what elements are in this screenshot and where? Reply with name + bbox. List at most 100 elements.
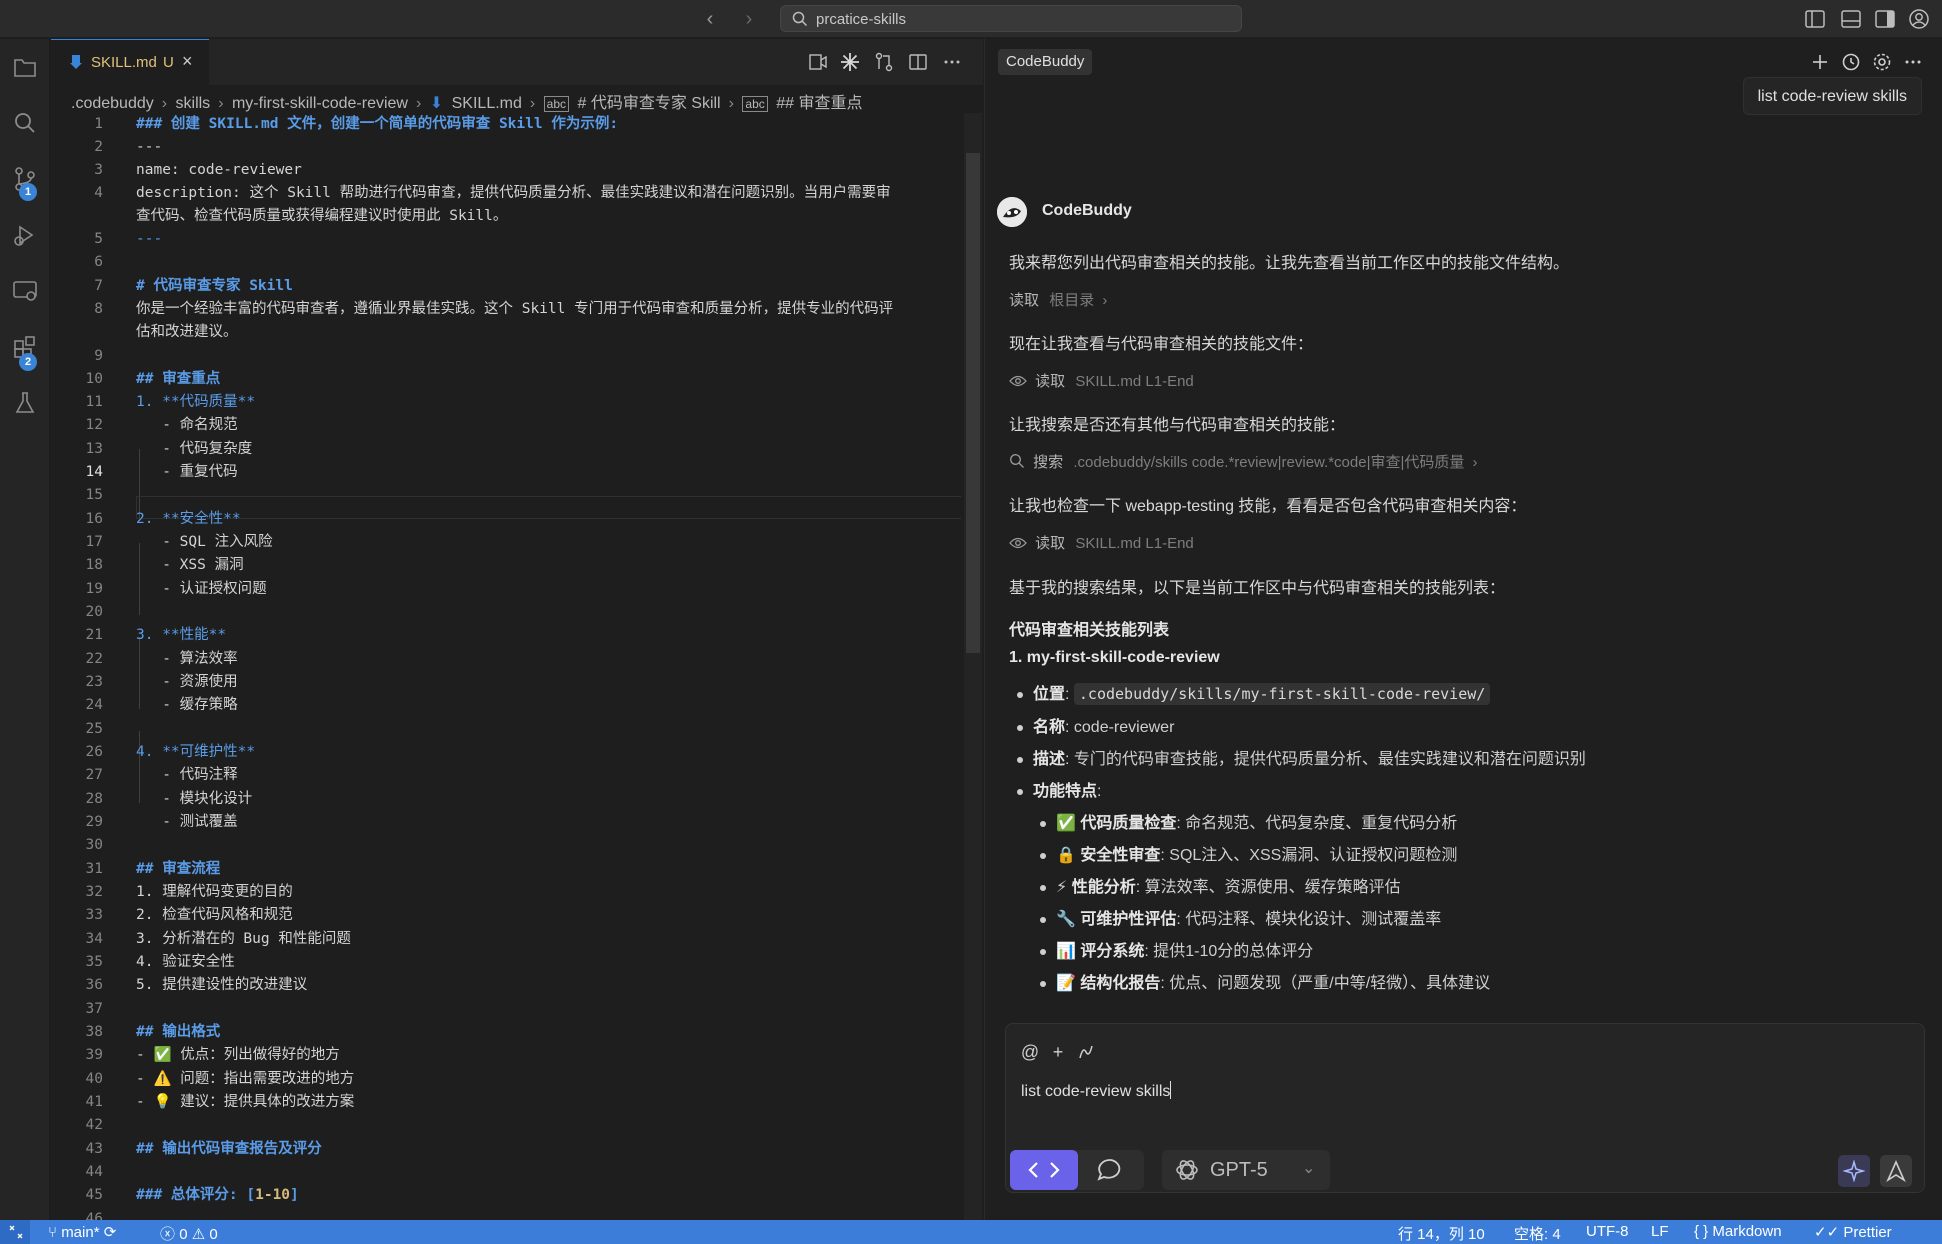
end-of-line[interactable]: LF [1651,1223,1669,1240]
code-line: 17 - SQL 注入风险 [85,534,273,550]
chat-tab-codebuddy[interactable]: CodeBuddy [998,49,1093,75]
tool-call-read-skill-2[interactable]: 读取 SKILL.md L1-End [1009,532,1194,553]
toggle-panel-icon[interactable] [1840,8,1862,30]
command-center-search[interactable]: prcatice-skills [780,5,1242,32]
code-line: 36 5. 提供建设性的改进建议 [85,977,308,993]
breadcrumb-item[interactable]: my-first-skill-code-review [232,95,408,112]
agent-mode-button[interactable] [1010,1150,1078,1190]
model-selector[interactable]: GPT-5 ⌄ [1162,1150,1330,1190]
indentation[interactable]: 空格: 4 [1514,1223,1561,1244]
lock-icon: 🔒 [1056,847,1076,864]
list-item: 功能特点: [1017,777,1101,801]
enhance-prompt-button[interactable] [1838,1155,1870,1187]
code-line: 25 [85,721,103,737]
remote-explorer-icon[interactable] [11,277,39,305]
cursor-position[interactable]: 行 14，列 10 [1398,1223,1485,1244]
chevron-right-icon: › [1472,454,1478,471]
editor-scrollbar[interactable] [964,113,982,1220]
code-line: 19 - 认证授权问题 [85,581,267,597]
code-line: 15 [85,487,103,503]
scrollbar-thumb[interactable] [966,153,980,653]
feature-item: ✅ 代码质量检查: 命名规范、代码复杂度、重复代码分析 [1040,809,1457,833]
settings-gear-icon[interactable] [1871,51,1893,73]
more-options-icon[interactable] [1902,51,1924,73]
toggle-primary-sidebar-icon[interactable] [1804,8,1826,30]
codebuddy-spark-icon[interactable] [840,52,860,72]
tool-call-read-root[interactable]: 读取 根目录 › [1009,289,1107,310]
testing-flask-icon[interactable] [11,389,39,417]
chevron-right-icon: › [415,95,422,112]
code-line: 43 ## 输出代码审查报告及评分 [85,1141,322,1157]
mention-icon[interactable]: @ [1020,1042,1040,1062]
breadcrumb-item[interactable]: .codebuddy [71,95,154,112]
open-preview-icon[interactable] [808,52,828,72]
breadcrumb-item[interactable]: # 代码审查专家 Skill [577,95,720,112]
tool-call-read-skill[interactable]: 读取 SKILL.md L1-End [1009,370,1194,391]
code-line: 11 1. **代码质量** [85,394,256,410]
more-actions-icon[interactable] [942,52,962,72]
chevron-right-icon: › [218,95,224,112]
branch-indicator[interactable]: ⑂ main* ⟳ [48,1223,116,1241]
code-line: 46 [85,1211,103,1220]
tab-untracked-indicator: U [163,54,174,71]
double-check-icon: ✓✓ [1814,1224,1840,1241]
feature-item: 📊 评分系统: 提供1-10分的总体评分 [1040,937,1313,961]
prettier-status[interactable]: ✓✓ Prettier [1814,1223,1892,1241]
explorer-icon[interactable] [11,53,39,81]
open-changes-icon[interactable] [874,52,894,72]
code-line: 2 --- [94,139,163,155]
language-mode[interactable]: { } Markdown [1694,1223,1782,1240]
code-line: 26 4. **可维护性** [85,744,256,760]
code-line: 6 [94,254,103,270]
code-line: 12 - 命名规范 [85,417,238,433]
breadcrumb-item[interactable]: skills [176,95,211,112]
codebuddy-avatar [997,197,1027,227]
remote-indicator[interactable] [0,1220,30,1244]
back-icon[interactable]: ‹ [699,8,721,30]
toggle-secondary-sidebar-icon[interactable] [1874,8,1896,30]
code-line: 4 description: 这个 Skill 帮助进行代码审查，提供代码质量分析… [94,185,891,201]
remote-icon [9,1225,23,1239]
feature-item: ⚡ 性能分析: 算法效率、资源使用、缓存策略评估 [1040,873,1401,897]
tool-verb: 读取 [1035,373,1066,390]
problems-indicator[interactable]: ⓧ 0 ⚠ 0 [160,1223,218,1244]
code-line: 22 - 算法效率 [85,651,238,667]
code-line: 34 3. 分析潜在的 Bug 和性能问题 [85,931,351,947]
code-line: 9 [94,348,103,364]
code-line: 20 [85,604,103,620]
code-line: 3 name: code-reviewer [94,162,302,178]
search-view-icon[interactable] [11,109,39,137]
close-tab-icon[interactable]: × [182,51,193,72]
warning-icon: ⚠ [191,1226,206,1243]
location-code: .codebuddy/skills/my-first-skill-code-re… [1073,683,1491,705]
code-line: 30 [85,837,103,853]
add-context-icon[interactable]: + [1048,1042,1068,1062]
codebuddy-chat-panel: CodeBuddy list code-review skills CodeBu… [984,39,1942,1220]
model-name: GPT-5 [1210,1159,1268,1181]
mode-toggle [1010,1150,1144,1190]
forward-icon[interactable]: › [738,8,760,30]
code-brackets-icon [1028,1162,1060,1178]
tool-verb: 读取 [1009,292,1040,309]
checkmark-icon: ✅ [1056,815,1076,832]
sync-icon: ⟳ [103,1224,117,1241]
tab-skill-md[interactable]: SKILL.md U × [51,39,209,85]
run-debug-icon[interactable] [11,221,39,249]
tool-call-search[interactable]: 搜索 .codebuddy/skills code.*review|review… [1009,451,1478,472]
new-chat-icon[interactable] [1809,51,1831,73]
account-icon[interactable] [1908,8,1930,30]
chat-mode-icon[interactable] [1096,1157,1126,1183]
code-editor[interactable]: 1 ### 创建 SKILL.md 文件，创建一个简单的代码审查 Skill 作为… [51,113,961,1220]
code-line: 16 2. **安全性** [85,511,241,527]
composer-input[interactable]: list code-review skills [1021,1081,1172,1101]
split-editor-icon[interactable] [908,52,928,72]
code-line: 41- 💡 建议：提供具体的改进方案 [85,1094,355,1110]
chat-composer[interactable]: @ + list code-review skills GPT-5 ⌄ [1005,1023,1925,1193]
breadcrumb-item[interactable]: SKILL.md [452,95,522,112]
code-line: 39- ✅ 优点：列出做得好的地方 [85,1047,340,1063]
encoding[interactable]: UTF-8 [1586,1223,1629,1240]
breadcrumb-item[interactable]: ## 审查重点 [776,95,862,112]
history-icon[interactable] [1840,51,1862,73]
rules-icon[interactable] [1076,1042,1096,1062]
send-button[interactable] [1880,1155,1912,1187]
